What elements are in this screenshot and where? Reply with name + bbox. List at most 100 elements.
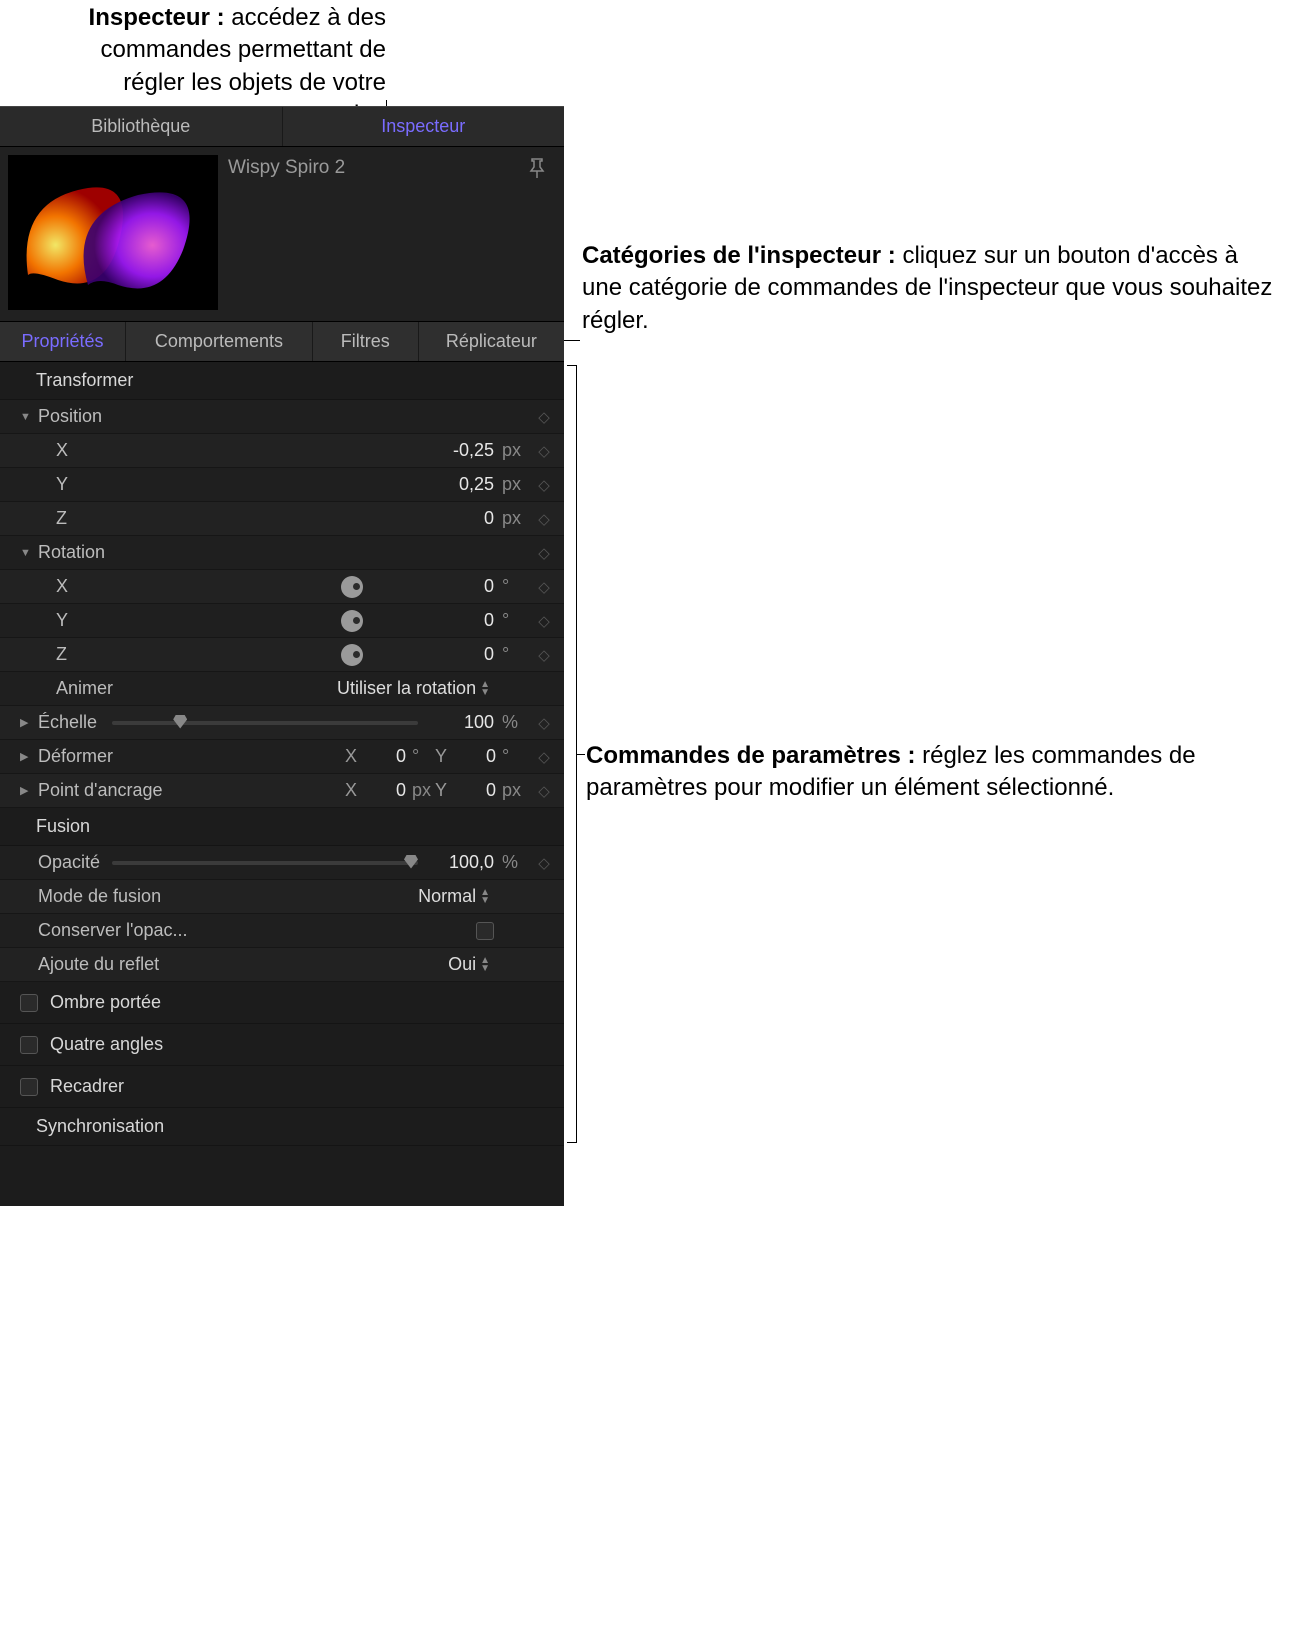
row-rot-y: Y 0 ° <box>0 604 564 638</box>
row-pos-z: Z 0 px <box>0 502 564 536</box>
unit-rot-y: ° <box>502 610 530 631</box>
value-rot-y[interactable]: 0 <box>436 610 494 631</box>
checkbox-preserve-opacity[interactable] <box>476 922 494 940</box>
keyframe-rot-y[interactable] <box>534 612 554 630</box>
label-scale: Échelle <box>38 712 108 733</box>
value-pos-z[interactable]: 0 <box>436 508 494 529</box>
value-shear-y[interactable]: 0 <box>456 746 496 767</box>
label-rot-z: Z <box>38 644 170 665</box>
object-title: Wispy Spiro 2 <box>228 155 345 313</box>
row-anchor: ▶ Point d'ancrage X 0 px Y 0 px <box>0 774 564 808</box>
slider-scale[interactable] <box>112 721 418 725</box>
tab-properties[interactable]: Propriétés <box>0 322 126 361</box>
row-pos-y: Y 0,25 px <box>0 468 564 502</box>
label-pos-x: X <box>38 440 170 461</box>
tab-filters[interactable]: Filtres <box>313 322 419 361</box>
tab-library[interactable]: Bibliothèque <box>0 107 283 146</box>
disclose-anchor[interactable]: ▶ <box>20 784 34 797</box>
section-transform: Transformer <box>0 362 564 400</box>
value-opacity[interactable]: 100,0 <box>436 852 494 873</box>
checkbox-crop[interactable] <box>20 1078 38 1096</box>
callout-categories: Catégories de l'inspecteur : cliquez sur… <box>582 240 1282 337</box>
inspector-panel: Bibliothèque Inspecteur <box>0 106 564 1206</box>
keyframe-scale[interactable] <box>534 714 554 732</box>
value-anchor-x[interactable]: 0 <box>366 780 406 801</box>
value-rot-x[interactable]: 0 <box>436 576 494 597</box>
keyframe-rot-z[interactable] <box>534 646 554 664</box>
row-shear: ▶ Déformer X 0 ° Y 0 ° <box>0 740 564 774</box>
unit-rot-x: ° <box>502 576 530 597</box>
label-rotation: Rotation <box>38 542 188 563</box>
unit-rot-z: ° <box>502 644 530 665</box>
pin-icon[interactable] <box>528 157 546 185</box>
slider-opacity[interactable] <box>112 861 418 865</box>
label-anchor-y: Y <box>432 780 450 801</box>
row-rotation: ▼ Rotation <box>0 536 564 570</box>
tab-inspector[interactable]: Inspecteur <box>283 107 565 146</box>
callout-line-params <box>577 754 585 755</box>
value-rot-z[interactable]: 0 <box>436 644 494 665</box>
row-scale: ▶ Échelle 100 % <box>0 706 564 740</box>
label-position: Position <box>38 406 188 427</box>
callout-line-cat <box>562 340 580 341</box>
popup-blend-mode[interactable]: Normal ▲▼ <box>418 886 494 907</box>
checkbox-dropshadow[interactable] <box>20 994 38 1012</box>
label-reflection: Ajoute du reflet <box>38 954 188 975</box>
row-preserve-opacity: Conserver l'opac... <box>0 914 564 948</box>
unit-scale: % <box>502 712 530 733</box>
label-blend-mode: Mode de fusion <box>38 886 188 907</box>
keyframe-shear[interactable] <box>534 748 554 766</box>
keyframe-position[interactable] <box>534 408 554 426</box>
value-shear-x[interactable]: 0 <box>366 746 406 767</box>
popup-animate[interactable]: Utiliser la rotation ▲▼ <box>337 678 494 699</box>
value-anchor-y[interactable]: 0 <box>456 780 496 801</box>
row-blend-mode: Mode de fusion Normal ▲▼ <box>0 880 564 914</box>
unit-opacity: % <box>502 852 530 873</box>
row-crop: Recadrer <box>0 1066 564 1108</box>
callout-bracket-params <box>567 365 577 1143</box>
unit-pos-y: px <box>502 474 530 495</box>
label-rot-y: Y <box>38 610 170 631</box>
keyframe-rotation[interactable] <box>534 544 554 562</box>
callout-params: Commandes de paramètres : réglez les com… <box>586 740 1286 805</box>
disclose-position[interactable]: ▼ <box>20 411 34 423</box>
label-shear: Déformer <box>38 746 188 767</box>
label-pos-z: Z <box>38 508 170 529</box>
disclose-shear[interactable]: ▶ <box>20 750 34 763</box>
preview-area: Wispy Spiro 2 <box>0 147 564 322</box>
keyframe-pos-z[interactable] <box>534 510 554 528</box>
keyframe-pos-x[interactable] <box>534 442 554 460</box>
tab-behaviors[interactable]: Comportements <box>126 322 313 361</box>
row-animate: Animer Utiliser la rotation ▲▼ <box>0 672 564 706</box>
label-animate: Animer <box>38 678 170 699</box>
popup-reflection[interactable]: Oui ▲▼ <box>448 954 494 975</box>
keyframe-anchor[interactable] <box>534 782 554 800</box>
value-pos-x[interactable]: -0,25 <box>436 440 494 461</box>
label-fourcorner: Quatre angles <box>50 1034 163 1055</box>
label-shear-x: X <box>342 746 360 767</box>
keyframe-pos-y[interactable] <box>534 476 554 494</box>
disclose-rotation[interactable]: ▼ <box>20 547 34 559</box>
label-preserve-opacity: Conserver l'opac... <box>38 920 188 941</box>
value-pos-y[interactable]: 0,25 <box>436 474 494 495</box>
dial-rot-y[interactable] <box>341 610 363 632</box>
checkbox-fourcorner[interactable] <box>20 1036 38 1054</box>
section-blend: Fusion <box>0 808 564 846</box>
sub-tabs: Propriétés Comportements Filtres Réplica… <box>0 322 564 362</box>
dial-rot-z[interactable] <box>341 644 363 666</box>
disclose-scale[interactable]: ▶ <box>20 716 34 729</box>
row-opacity: Opacité 100,0 % <box>0 846 564 880</box>
row-dropshadow: Ombre portée <box>0 982 564 1024</box>
value-scale[interactable]: 100 <box>436 712 494 733</box>
label-anchor: Point d'ancrage <box>38 780 188 801</box>
label-dropshadow: Ombre portée <box>50 992 161 1013</box>
label-rot-x: X <box>38 576 170 597</box>
keyframe-opacity[interactable] <box>534 854 554 872</box>
top-tabs: Bibliothèque Inspecteur <box>0 107 564 147</box>
label-opacity: Opacité <box>38 852 108 873</box>
keyframe-rot-x[interactable] <box>534 578 554 596</box>
dial-rot-x[interactable] <box>341 576 363 598</box>
tab-replicator[interactable]: Réplicateur <box>419 322 564 361</box>
section-timing: Synchronisation <box>0 1108 564 1146</box>
row-rot-x: X 0 ° <box>0 570 564 604</box>
